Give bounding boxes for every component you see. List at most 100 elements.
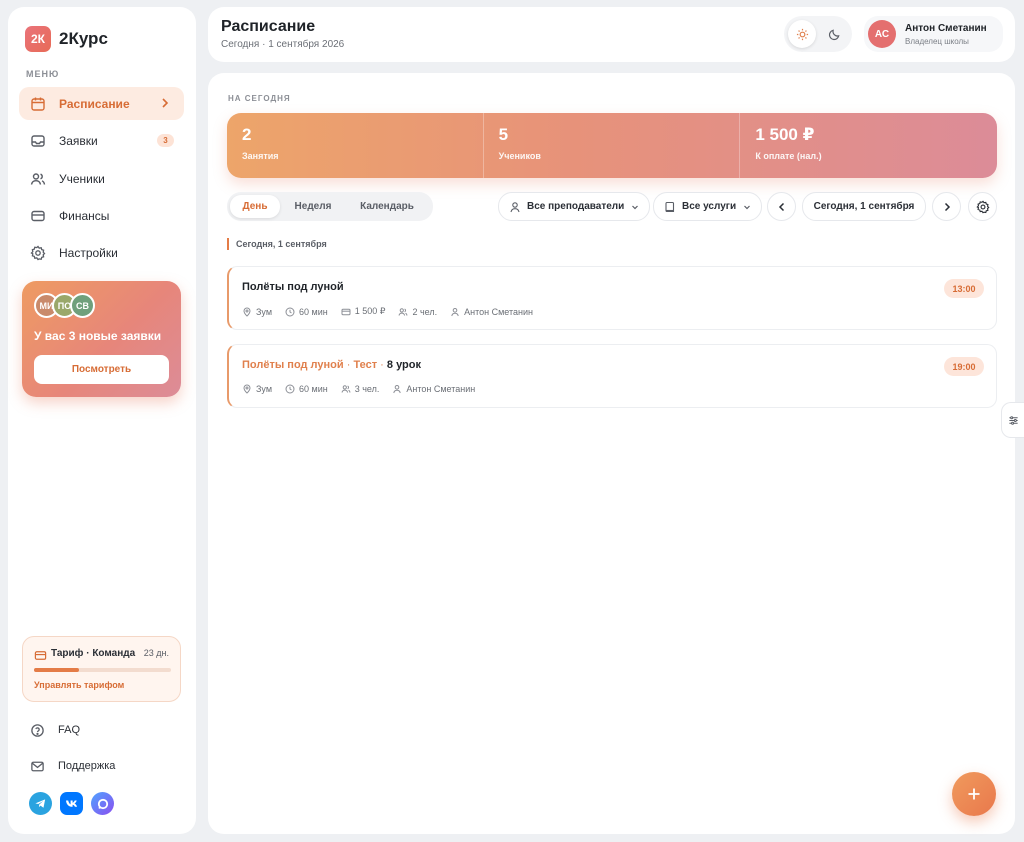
stat-label: Занятия	[242, 151, 279, 161]
avatar: СВ	[70, 293, 95, 318]
user-icon	[451, 307, 459, 316]
tariff-title: Тариф · Команда	[51, 648, 136, 659]
tariff-card: Тариф · Команда 23 дн. Управлять тарифом	[22, 636, 181, 702]
previous-day-button[interactable]	[767, 192, 796, 221]
lesson-duration: 60 мин	[285, 307, 328, 317]
lesson-card[interactable]: Полёты под луной · Тест · 8 урок 19:00 З…	[227, 344, 997, 408]
user-icon	[393, 385, 402, 394]
lesson-teacher: Антон Сметанин	[450, 307, 533, 317]
lesson-place: Зум	[242, 384, 272, 394]
sidebar-item-label: Расписание	[59, 96, 130, 111]
view-requests-button[interactable]: Посмотреть	[34, 355, 169, 384]
manage-tariff-link[interactable]: Управлять тарифом	[34, 680, 124, 690]
light-theme-button[interactable]	[788, 20, 816, 48]
sidebar-item-finance[interactable]: Финансы	[19, 199, 184, 232]
lesson-price: 1 500 ₽	[341, 306, 386, 317]
inbox-icon	[31, 134, 45, 147]
add-lesson-button[interactable]	[952, 772, 996, 816]
lesson-people: 3 чел.	[341, 384, 380, 394]
users-icon	[30, 172, 46, 185]
tab-week[interactable]: Неделя	[285, 195, 341, 218]
wallet-icon	[31, 210, 45, 221]
lesson-price-text: 1 500 ₽	[354, 306, 386, 316]
stat-label: К оплате (нал.)	[755, 151, 822, 161]
date-picker-button[interactable]: Сегодня, 1 сентября	[802, 192, 926, 221]
help-circle-icon	[31, 723, 44, 737]
lesson-teacher: Антон Сметанин	[392, 384, 475, 394]
view-switcher: День Неделя Календарь	[227, 192, 433, 221]
brand-name[interactable]: 2Курс	[59, 29, 108, 49]
promo-text: У вас 3 новые заявки	[34, 329, 162, 343]
lesson-title: Полёты под луной	[242, 281, 344, 293]
lesson-place-text: Зум	[256, 306, 273, 317]
user-menu[interactable]: АС Антон Сметанин Владелец школы	[864, 16, 1003, 52]
tariff-progress-bar	[34, 668, 171, 672]
lesson-time-badge: 13:00	[944, 279, 984, 298]
sidebar-item-support[interactable]: Поддержка	[19, 752, 184, 780]
stat-lessons: 2 Занятия	[227, 113, 484, 178]
teachers-filter[interactable]: Все преподаватели	[498, 192, 651, 221]
lesson-title: Полёты под луной · Тест · 8 урок	[242, 359, 421, 371]
sidebar-item-label: Настройки	[59, 245, 118, 260]
requests-count-badge: 3	[157, 134, 174, 147]
brand-logo[interactable]: 2К	[25, 26, 51, 52]
telegram-icon[interactable]	[29, 792, 52, 815]
stat-value: 5	[498, 125, 509, 144]
sidebar-item-students[interactable]: Ученики	[19, 162, 184, 195]
services-filter[interactable]: Все услуги	[653, 192, 763, 221]
tab-calendar[interactable]: Календарь	[345, 195, 429, 218]
sidebar-item-label: Заявки	[59, 133, 98, 148]
current-date-label: Сегодня, 1 сентября	[813, 201, 915, 212]
avatar: АС	[868, 20, 896, 48]
user-role: Владелец школы	[905, 37, 969, 46]
chevron-down-icon	[632, 205, 639, 209]
lesson-tag: Тест	[353, 359, 378, 371]
sidebar-item-settings[interactable]: Настройки	[19, 236, 184, 269]
sidebar-item-requests[interactable]: Заявки 3	[19, 124, 184, 157]
book-icon	[665, 201, 675, 212]
clock-icon	[285, 307, 295, 316]
users-icon	[398, 307, 408, 316]
card-icon	[34, 651, 47, 660]
page-title: Расписание	[221, 18, 316, 35]
lesson-people-text: 3 чел.	[354, 384, 380, 394]
lesson-meta: Зум 60 мин 1 500 ₽ 2 чел. Антон Сметанин	[242, 306, 546, 317]
vk-icon[interactable]	[60, 792, 83, 815]
card-icon	[341, 308, 351, 315]
map-pin-icon	[243, 384, 251, 394]
sidebar-item-faq[interactable]: FAQ	[19, 716, 184, 744]
lesson-duration: 60 мин	[285, 384, 328, 394]
stat-label: Учеников	[498, 151, 541, 161]
lesson-card[interactable]: Полёты под луной 13:00 Зум 60 мин 1 500 …	[227, 266, 997, 330]
chevron-right-icon	[944, 202, 950, 211]
teachers-filter-label: Все преподаватели	[527, 201, 625, 212]
lesson-duration-text: 60 мин	[299, 384, 328, 394]
map-pin-icon	[243, 307, 251, 317]
gear-icon	[30, 245, 46, 260]
lesson-title-text: Полёты под луной	[242, 359, 344, 371]
page-subtitle: Сегодня · 1 сентября 2026	[221, 39, 345, 50]
sun-icon	[796, 28, 808, 40]
users-icon	[341, 385, 351, 393]
lesson-meta: Зум 60 мин 3 чел. Антон Сметанин	[242, 384, 488, 394]
section-label: НА СЕГОДНЯ	[228, 94, 291, 103]
lesson-people-text: 2 чел.	[412, 306, 438, 317]
lesson-place: Зум	[242, 307, 272, 317]
lesson-place-text: Зум	[256, 384, 273, 394]
sliders-icon	[1008, 415, 1018, 425]
lesson-number: 8 урок	[386, 359, 421, 371]
tab-day[interactable]: День	[230, 195, 280, 218]
stat-value: 1 500 ₽	[755, 125, 815, 144]
filters-drawer-tab[interactable]	[1001, 402, 1024, 438]
sidebar: 2К 2Курс МЕНЮ Расписание Заявки 3 Ученик…	[8, 7, 196, 834]
sidebar-item-schedule[interactable]: Расписание	[19, 87, 184, 120]
top-header: Расписание Сегодня · 1 сентября 2026 АС …	[208, 7, 1015, 62]
dark-theme-button[interactable]	[820, 20, 848, 48]
tariff-days-left: 23 дн.	[143, 648, 169, 658]
next-day-button[interactable]	[932, 192, 961, 221]
lesson-teacher-text: Антон Сметанин	[406, 384, 476, 394]
stat-students: 5 Учеников	[484, 113, 741, 178]
max-messenger-icon[interactable]	[91, 792, 114, 815]
schedule-settings-button[interactable]	[968, 192, 997, 221]
today-stats: 2 Занятия 5 Учеников 1 500 ₽ К оплате (н…	[227, 113, 997, 178]
